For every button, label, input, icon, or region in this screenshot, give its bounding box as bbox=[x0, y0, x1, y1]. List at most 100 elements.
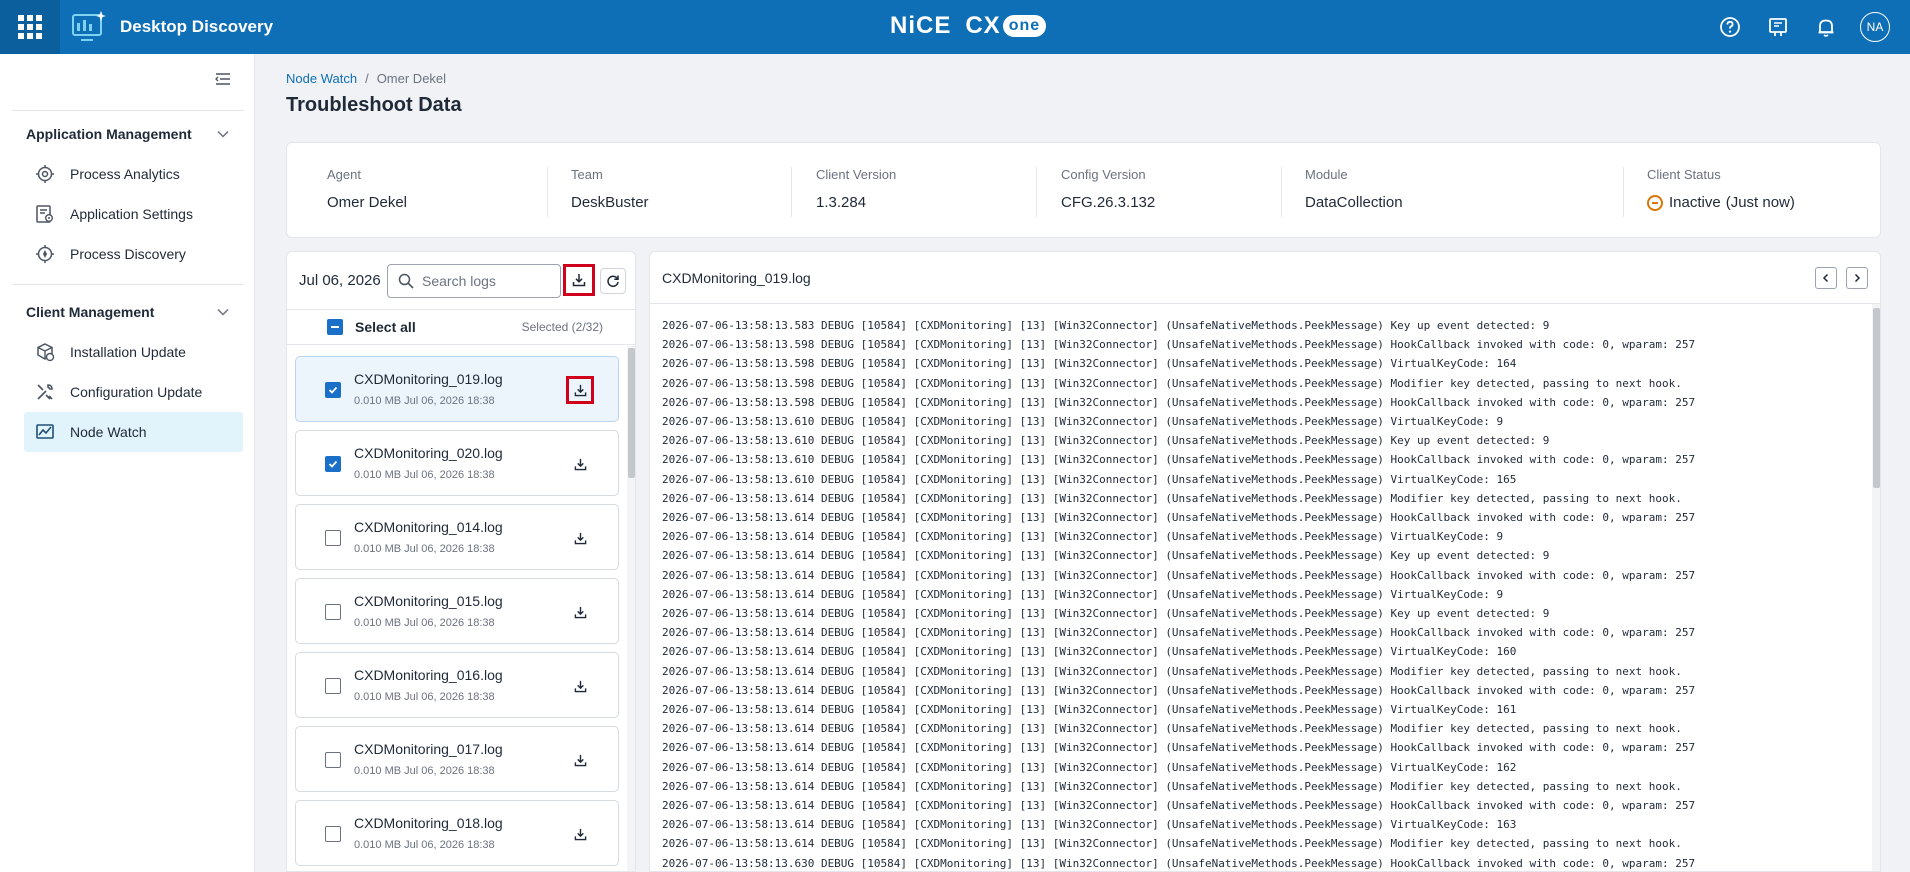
log-line: 2026-07-06-13:58:13.614 DEBUG [10584] [C… bbox=[662, 818, 1517, 832]
log-file-list: CXDMonitoring_019.log 0.010 MB Jul 06, 2… bbox=[287, 346, 635, 871]
client-status-value: Inactive (Just now) bbox=[1647, 194, 1795, 211]
log-file-checkbox[interactable] bbox=[325, 456, 341, 472]
log-file-item[interactable]: CXDMonitoring_017.log 0.010 MB Jul 06, 2… bbox=[295, 726, 619, 792]
process-analytics-icon bbox=[34, 163, 56, 185]
previous-log-button[interactable] bbox=[1815, 267, 1837, 289]
log-date[interactable]: Jul 06, 2026 bbox=[299, 272, 381, 289]
log-line: 2026-07-06-13:58:13.598 DEBUG [10584] [C… bbox=[662, 376, 1682, 390]
sidebar-item-label: Application Settings bbox=[70, 206, 193, 222]
log-file-item[interactable]: CXDMonitoring_014.log 0.010 MB Jul 06, 2… bbox=[295, 504, 619, 570]
chevron-down-icon bbox=[217, 130, 229, 138]
brand-cx: CX bbox=[965, 12, 1001, 39]
log-file-checkbox[interactable] bbox=[325, 752, 341, 768]
announcements-icon[interactable] bbox=[1764, 13, 1792, 41]
sidebar-item-process-discovery[interactable]: Process Discovery bbox=[0, 234, 243, 274]
application-management-section: Application Management Process Analytics… bbox=[0, 114, 255, 274]
client-management-section: Client Management Installation Update Co… bbox=[0, 292, 255, 452]
log-file-meta: 0.010 MB Jul 06, 2026 18:38 bbox=[354, 395, 495, 407]
help-icon[interactable] bbox=[1716, 13, 1744, 41]
log-line: 2026-07-06-13:58:13.614 DEBUG [10584] [C… bbox=[662, 549, 1550, 563]
download-icon bbox=[572, 274, 586, 287]
log-file-meta: 0.010 MB Jul 06, 2026 18:38 bbox=[354, 691, 495, 703]
log-line: 2026-07-06-13:58:13.614 DEBUG [10584] [C… bbox=[662, 799, 1696, 813]
log-list-scroll-thumb[interactable] bbox=[628, 348, 635, 478]
download-log-button[interactable] bbox=[566, 820, 594, 848]
log-file-item[interactable]: CXDMonitoring_015.log 0.010 MB Jul 06, 2… bbox=[295, 578, 619, 644]
log-file-checkbox[interactable] bbox=[325, 678, 341, 694]
top-bar: Desktop Discovery NiCE CX one NA bbox=[0, 0, 1910, 54]
log-file-item[interactable]: CXDMonitoring_016.log 0.010 MB Jul 06, 2… bbox=[295, 652, 619, 718]
next-log-button[interactable] bbox=[1846, 267, 1868, 289]
log-content[interactable]: 2026-07-06-13:58:13.583 DEBUG [10584] [C… bbox=[662, 316, 1852, 871]
sidebar-divider bbox=[12, 284, 244, 285]
refresh-button[interactable] bbox=[600, 268, 626, 294]
log-file-meta: 0.010 MB Jul 06, 2026 18:38 bbox=[354, 765, 495, 777]
log-file-name: CXDMonitoring_017.log bbox=[354, 741, 503, 757]
checkmark-icon bbox=[328, 460, 338, 468]
team-label: Team bbox=[571, 167, 603, 182]
log-file-item[interactable]: CXDMonitoring_018.log 0.010 MB Jul 06, 2… bbox=[295, 800, 619, 866]
application-management-header[interactable]: Application Management bbox=[0, 114, 255, 154]
download-log-button[interactable] bbox=[566, 672, 594, 700]
info-divider bbox=[1623, 167, 1624, 217]
module-info: Module DataCollection bbox=[1305, 167, 1403, 211]
log-file-item[interactable]: CXDMonitoring_020.log 0.010 MB Jul 06, 2… bbox=[295, 430, 619, 496]
breadcrumb-node-watch-link[interactable]: Node Watch bbox=[286, 71, 357, 86]
log-file-item[interactable]: CXDMonitoring_019.log 0.010 MB Jul 06, 2… bbox=[295, 356, 619, 422]
chevron-right-icon bbox=[1854, 273, 1861, 283]
download-log-button[interactable] bbox=[566, 450, 594, 478]
log-file-checkbox[interactable] bbox=[325, 530, 341, 546]
desktop-discovery-logo-icon bbox=[70, 8, 108, 46]
client-version-info: Client Version 1.3.284 bbox=[816, 167, 896, 211]
sidebar-item-process-analytics[interactable]: Process Analytics bbox=[0, 154, 243, 194]
notifications-icon[interactable] bbox=[1812, 13, 1840, 41]
apps-menu-button[interactable] bbox=[0, 0, 60, 54]
search-logs-input[interactable] bbox=[422, 273, 552, 289]
sidebar-item-label: Process Analytics bbox=[70, 166, 180, 182]
search-logs-box[interactable] bbox=[387, 264, 561, 298]
client-status-info: Client Status Inactive (Just now) bbox=[1647, 167, 1795, 211]
download-selected-button[interactable] bbox=[563, 264, 595, 296]
client-version-label: Client Version bbox=[816, 167, 897, 182]
sidebar-item-configuration-update[interactable]: Configuration Update bbox=[0, 372, 243, 412]
download-log-button[interactable] bbox=[566, 376, 594, 404]
user-avatar[interactable]: NA bbox=[1860, 12, 1890, 42]
sidebar-item-installation-update[interactable]: Installation Update bbox=[0, 332, 243, 372]
download-log-button[interactable] bbox=[566, 598, 594, 626]
agent-label: Agent bbox=[327, 167, 361, 182]
config-version-info: Config Version CFG.26.3.132 bbox=[1061, 167, 1155, 211]
module-value: DataCollection bbox=[1305, 194, 1403, 211]
client-status-detail: (Just now) bbox=[1725, 194, 1795, 211]
configuration-update-icon bbox=[34, 381, 56, 403]
log-file-checkbox[interactable] bbox=[325, 382, 341, 398]
config-version-value: CFG.26.3.132 bbox=[1061, 194, 1156, 211]
log-line: 2026-07-06-13:58:13.614 DEBUG [10584] [C… bbox=[662, 722, 1682, 736]
log-file-name: CXDMonitoring_015.log bbox=[354, 593, 503, 609]
log-file-name: CXDMonitoring_020.log bbox=[354, 445, 503, 461]
log-line: 2026-07-06-13:58:13.614 DEBUG [10584] [C… bbox=[662, 491, 1682, 505]
download-icon bbox=[574, 606, 586, 618]
select-all-checkbox[interactable] bbox=[327, 319, 343, 335]
log-line: 2026-07-06-13:58:13.598 DEBUG [10584] [C… bbox=[662, 357, 1517, 371]
sidebar-item-application-settings[interactable]: Application Settings bbox=[0, 194, 243, 234]
client-status-label: Client Status bbox=[1647, 167, 1721, 182]
info-divider bbox=[1281, 167, 1282, 217]
download-log-button[interactable] bbox=[566, 524, 594, 552]
download-icon bbox=[574, 458, 586, 470]
process-discovery-icon bbox=[34, 243, 56, 265]
log-file-checkbox[interactable] bbox=[325, 604, 341, 620]
select-all-label[interactable]: Select all bbox=[355, 319, 416, 335]
log-file-meta: 0.010 MB Jul 06, 2026 18:38 bbox=[354, 543, 495, 555]
client-management-header[interactable]: Client Management bbox=[0, 292, 255, 332]
sidebar-item-node-watch[interactable]: Node Watch bbox=[24, 412, 243, 452]
collapse-sidebar-icon[interactable] bbox=[214, 70, 234, 90]
checkmark-icon bbox=[328, 386, 338, 394]
node-watch-icon bbox=[34, 421, 56, 443]
log-viewer-scroll-thumb[interactable] bbox=[1873, 308, 1880, 488]
log-file-checkbox[interactable] bbox=[325, 826, 341, 842]
agent-info: Agent Omer Dekel bbox=[327, 167, 407, 211]
team-value: DeskBuster bbox=[571, 194, 649, 211]
log-file-name: CXDMonitoring_018.log bbox=[354, 815, 503, 831]
download-log-button[interactable] bbox=[566, 746, 594, 774]
chevron-left-icon bbox=[1822, 273, 1829, 283]
